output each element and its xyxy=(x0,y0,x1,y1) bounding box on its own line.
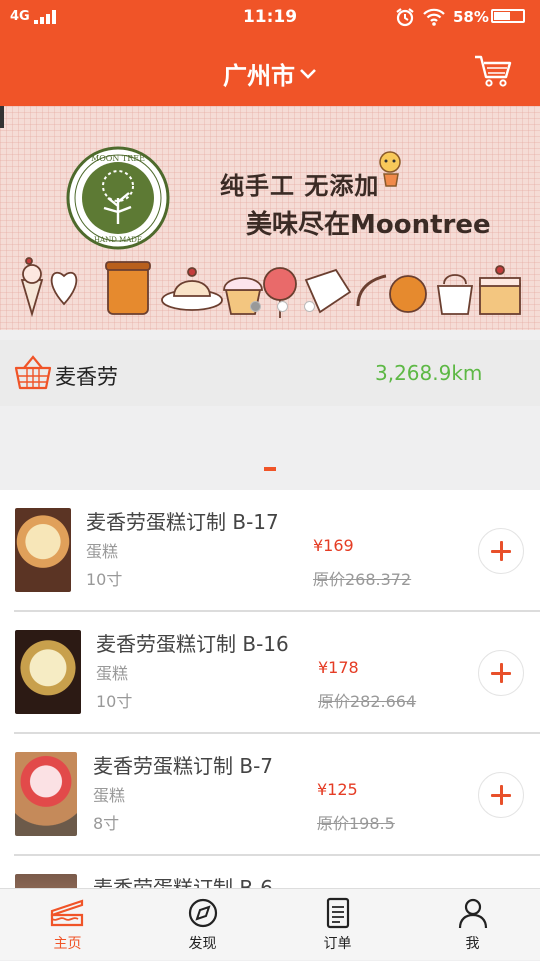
store-row[interactable]: 麦香劳 3,268.9km xyxy=(0,340,540,406)
product-image xyxy=(15,874,77,888)
product-original-price: 原价198.5 xyxy=(317,814,395,833)
add-to-cart-button[interactable] xyxy=(478,772,524,818)
city-label: 广州市 xyxy=(223,62,295,90)
bottom-tab-bar: 主页 发现 订单 我 xyxy=(0,888,540,960)
store-name: 麦香劳 xyxy=(55,365,118,389)
product-item[interactable]: 麦香劳蛋糕订制 B-7 蛋糕 8寸 ¥125 原价198.5 xyxy=(0,734,540,856)
banner-tagline-1: 纯手工 无添加 xyxy=(220,172,380,200)
product-size: 10寸 xyxy=(96,692,133,711)
wifi-icon xyxy=(423,8,445,26)
logo-bottom-text: HAND MADE xyxy=(94,236,142,244)
product-list: 麦香劳蛋糕订制 B-17 蛋糕 10寸 ¥169 原价268.372 麦香劳蛋糕… xyxy=(0,490,540,888)
alarm-icon xyxy=(396,8,414,27)
product-item[interactable]: 麦香劳蛋糕订制 B-6 xyxy=(0,856,540,888)
logo-top-text: MOON TREE xyxy=(91,154,145,163)
product-item[interactable]: 麦香劳蛋糕订制 B-16 蛋糕 10寸 ¥178 原价282.664 xyxy=(0,612,540,734)
product-name: 麦香劳蛋糕订制 B-16 xyxy=(96,632,289,656)
battery-percent: 58% xyxy=(453,8,489,26)
chevron-down-icon xyxy=(300,68,316,79)
product-price: ¥169 xyxy=(313,536,354,555)
carousel-dot[interactable] xyxy=(304,301,315,312)
tab-home[interactable]: 主页 xyxy=(0,889,135,961)
carousel-dot[interactable] xyxy=(250,301,261,312)
product-name: 麦香劳蛋糕订制 B-7 xyxy=(93,754,274,778)
product-image xyxy=(15,630,81,714)
product-original-price: 原价268.372 xyxy=(313,570,412,589)
product-image xyxy=(15,752,77,836)
cake-icon xyxy=(50,899,84,927)
compass-icon xyxy=(188,898,218,928)
tab-label: 我 xyxy=(465,936,480,952)
mascot-illustration xyxy=(379,151,401,187)
product-category: 蛋糕 xyxy=(86,542,119,561)
product-name: 麦香劳蛋糕订制 B-17 xyxy=(86,510,279,534)
add-to-cart-button[interactable] xyxy=(478,528,524,574)
promo-banner[interactable]: MOON TREE HAND MADE 纯手工 无添加 美味尽在Moontree xyxy=(0,106,540,330)
product-price: ¥178 xyxy=(318,658,359,677)
shop-basket-icon xyxy=(14,355,52,390)
order-list-icon xyxy=(326,897,350,929)
product-price: ¥125 xyxy=(317,780,358,799)
product-size: 8寸 xyxy=(93,814,120,833)
app-header: 广州市 xyxy=(0,34,540,106)
moontree-logo: MOON TREE HAND MADE xyxy=(66,146,170,250)
tab-label: 主页 xyxy=(53,936,82,952)
product-name: 麦香劳蛋糕订制 B-6 xyxy=(93,876,274,888)
battery-icon xyxy=(491,9,525,23)
tab-me[interactable]: 我 xyxy=(405,889,540,961)
product-image xyxy=(15,508,71,592)
product-size: 10寸 xyxy=(86,570,123,589)
user-icon xyxy=(458,898,488,929)
cart-icon[interactable] xyxy=(474,54,512,88)
tab-discover[interactable]: 发现 xyxy=(135,889,270,961)
tab-label: 发现 xyxy=(188,936,217,952)
product-original-price: 原价282.664 xyxy=(318,692,417,711)
carousel-dots xyxy=(250,301,315,312)
product-category: 蛋糕 xyxy=(93,786,126,805)
tab-orders[interactable]: 订单 xyxy=(270,889,405,961)
store-distance: 3,268.9km xyxy=(375,361,483,385)
banner-tagline-2: 美味尽在Moontree xyxy=(246,210,491,240)
product-item[interactable]: 麦香劳蛋糕订制 B-17 蛋糕 10寸 ¥169 原价268.372 xyxy=(0,490,540,612)
carousel-dot[interactable] xyxy=(277,301,288,312)
section-indicator xyxy=(264,467,276,471)
tab-label: 订单 xyxy=(323,936,352,952)
product-category: 蛋糕 xyxy=(96,664,129,683)
status-bar: 4G 11:19 58% xyxy=(0,0,540,34)
add-to-cart-button[interactable] xyxy=(478,650,524,696)
city-selector[interactable]: 广州市 xyxy=(0,56,540,91)
